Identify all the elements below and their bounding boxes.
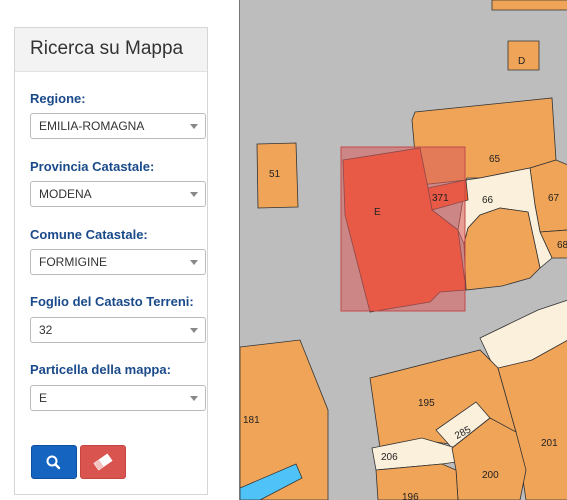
cadastral-map[interactable]: D 51 65 371 E 66 67 68 181 195 285 201 2…: [239, 0, 567, 500]
foglio-select[interactable]: 32: [30, 317, 206, 343]
parcel-shape: [463, 207, 541, 291]
comune-select[interactable]: FORMIGINE: [30, 249, 206, 275]
particella-select-value: E: [39, 391, 48, 405]
foglio-label: Foglio del Catasto Terreni:: [30, 294, 194, 309]
region-select-value: EMILIA-ROMAGNA: [39, 119, 145, 133]
parcel-label: 371: [432, 193, 449, 204]
parcel-label: E: [374, 207, 381, 218]
parcel-label: 201: [541, 438, 558, 449]
parcel-label: 195: [418, 398, 435, 409]
parcel-label: 206: [381, 452, 398, 463]
particella-select[interactable]: E: [30, 385, 206, 411]
search-panel: Ricerca su Mappa Regione: EMILIA-ROMAGNA…: [14, 27, 208, 495]
parcel-label: 196: [402, 492, 419, 500]
panel-title: Ricerca su Mappa: [15, 28, 207, 72]
eraser-icon: [93, 453, 113, 471]
chevron-down-icon: [190, 192, 198, 197]
parcel-shape: [491, 0, 567, 11]
parcel-label: 67: [548, 193, 560, 204]
chevron-down-icon: [190, 260, 198, 265]
parcel-label: D: [518, 56, 525, 67]
particella-label: Particella della mappa:: [30, 362, 171, 377]
clear-button[interactable]: [80, 445, 126, 479]
region-label: Regione:: [30, 91, 86, 106]
parcel-label: 68: [557, 240, 567, 251]
province-select[interactable]: MODENA: [30, 181, 206, 207]
parcel-label: 181: [243, 415, 260, 426]
foglio-select-value: 32: [39, 323, 53, 337]
province-label: Provincia Catastale:: [30, 159, 155, 174]
comune-label: Comune Catastale:: [30, 227, 148, 242]
comune-select-value: FORMIGINE: [39, 255, 107, 269]
chevron-down-icon: [190, 328, 198, 333]
selection-highlight: [340, 146, 466, 312]
search-icon: [46, 455, 61, 470]
parcel-label: 200: [482, 470, 499, 481]
parcel-label: 66: [482, 195, 494, 206]
region-select[interactable]: EMILIA-ROMAGNA: [30, 113, 206, 139]
chevron-down-icon: [190, 124, 198, 129]
map-canvas: D 51 65 371 E 66 67 68 181 195 285 201 2…: [240, 0, 567, 500]
parcel-label: 51: [269, 169, 281, 180]
parcel-label: 65: [489, 154, 501, 165]
province-select-value: MODENA: [39, 187, 92, 201]
search-button[interactable]: [31, 445, 77, 479]
chevron-down-icon: [190, 396, 198, 401]
